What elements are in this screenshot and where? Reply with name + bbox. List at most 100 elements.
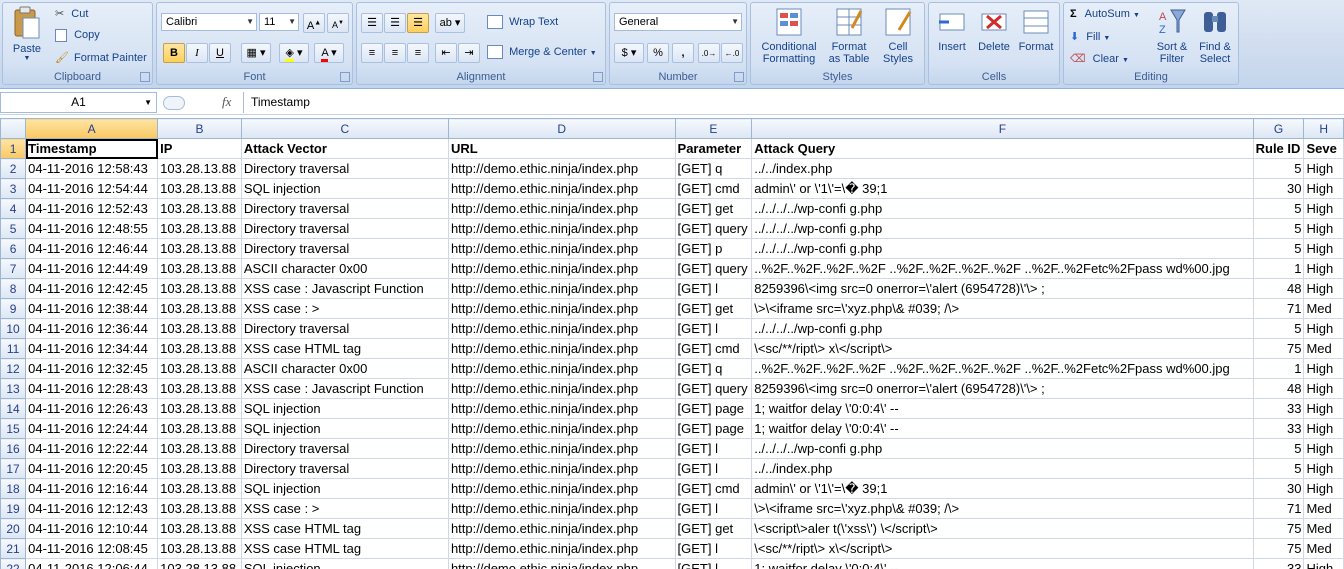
alignment-dialog-launcher-icon[interactable] xyxy=(593,72,603,82)
cell[interactable]: http://demo.ethic.ninja/index.php xyxy=(447,558,676,569)
cell[interactable]: 04-11-2016 12:36:44 xyxy=(25,318,159,339)
cell[interactable]: Directory traversal xyxy=(240,238,449,259)
cell[interactable]: 5 xyxy=(1252,318,1305,339)
autosum-button[interactable]: Σ AutoSum ▼ xyxy=(1070,8,1140,20)
cut-button[interactable]: ✂ Cut xyxy=(55,7,88,20)
cell[interactable]: 71 xyxy=(1252,498,1305,519)
cell[interactable]: Med xyxy=(1303,538,1344,559)
cell[interactable]: 5 xyxy=(1252,158,1305,179)
cell[interactable]: 04-11-2016 12:54:44 xyxy=(25,178,159,199)
cell[interactable]: High xyxy=(1303,478,1344,499)
cell[interactable]: http://demo.ethic.ninja/index.php xyxy=(447,218,676,239)
formula-input[interactable]: Timestamp xyxy=(243,92,1344,113)
cell[interactable]: 103.28.13.88 xyxy=(157,558,242,569)
row-header[interactable]: 3 xyxy=(0,178,27,199)
cell[interactable]: High xyxy=(1303,178,1344,199)
cell[interactable]: High xyxy=(1303,158,1344,179)
cell[interactable]: ..%2F..%2F..%2F..%2F ..%2F..%2F..%2F..%2… xyxy=(751,358,1254,379)
percent-button[interactable]: % xyxy=(647,43,669,63)
cell[interactable]: 103.28.13.88 xyxy=(157,538,242,559)
cell[interactable]: 04-11-2016 12:28:43 xyxy=(25,378,159,399)
currency-button[interactable]: $ ▾ xyxy=(614,43,644,63)
cell[interactable]: [GET] get xyxy=(674,298,753,319)
cell[interactable]: 04-11-2016 12:52:43 xyxy=(25,198,159,219)
cell[interactable]: Directory traversal xyxy=(240,218,449,239)
cell[interactable]: 103.28.13.88 xyxy=(157,378,242,399)
cell[interactable]: 103.28.13.88 xyxy=(157,218,242,239)
cell[interactable]: 1; waitfor delay \'0:0:4\' -- xyxy=(751,398,1254,419)
center-button[interactable]: ≡ xyxy=(384,43,406,63)
row-header[interactable]: 22 xyxy=(0,558,27,569)
cell[interactable]: 103.28.13.88 xyxy=(157,458,242,479)
row-header[interactable]: 12 xyxy=(0,358,27,379)
cell[interactable]: 75 xyxy=(1252,538,1305,559)
row-header[interactable]: 21 xyxy=(0,538,27,559)
cell[interactable]: http://demo.ethic.ninja/index.php xyxy=(447,418,676,439)
cell[interactable]: \>\<iframe src=\'xyz.php\& #039; /\> xyxy=(751,298,1254,319)
sort-filter-button[interactable]: A Z Sort & Filter xyxy=(1152,6,1192,65)
cell[interactable]: Rule ID xyxy=(1252,138,1305,159)
name-box[interactable]: A1 ▼ xyxy=(0,92,157,113)
cell[interactable]: [GET] q xyxy=(674,158,753,179)
cell[interactable]: URL xyxy=(447,138,676,159)
cell[interactable]: Med xyxy=(1303,298,1344,319)
cell[interactable]: http://demo.ethic.ninja/index.php xyxy=(447,538,676,559)
cell[interactable]: http://demo.ethic.ninja/index.php xyxy=(447,478,676,499)
font-color-button[interactable]: A ▾ xyxy=(314,43,344,63)
cell[interactable]: [GET] get xyxy=(674,518,753,539)
cell[interactable]: 5 xyxy=(1252,218,1305,239)
cell[interactable]: http://demo.ethic.ninja/index.php xyxy=(447,318,676,339)
decrease-indent-button[interactable]: ⇤ xyxy=(435,43,457,63)
cell[interactable]: 103.28.13.88 xyxy=(157,358,242,379)
cell[interactable]: 04-11-2016 12:32:45 xyxy=(25,358,159,379)
cell[interactable]: 33 xyxy=(1252,398,1305,419)
cell[interactable]: High xyxy=(1303,458,1344,479)
insert-function-icon[interactable]: fx xyxy=(222,94,231,110)
cell[interactable]: [GET] query xyxy=(674,258,753,279)
cell[interactable]: SQL injection xyxy=(240,418,449,439)
cell[interactable]: [GET] l xyxy=(674,558,753,569)
select-all-corner[interactable] xyxy=(0,118,27,139)
row-header[interactable]: 14 xyxy=(0,398,27,419)
format-button[interactable]: Format xyxy=(1016,6,1056,53)
cell[interactable]: SQL injection xyxy=(240,478,449,499)
column-header[interactable]: C xyxy=(240,118,449,139)
cell[interactable]: 04-11-2016 12:10:44 xyxy=(25,518,159,539)
merge-center-button[interactable]: Merge & Center ▼ xyxy=(487,45,597,59)
cell[interactable]: 30 xyxy=(1252,178,1305,199)
cell[interactable]: 04-11-2016 12:44:49 xyxy=(25,258,159,279)
row-header[interactable]: 9 xyxy=(0,298,27,319)
cell[interactable]: 04-11-2016 12:08:45 xyxy=(25,538,159,559)
cell[interactable]: 103.28.13.88 xyxy=(157,318,242,339)
italic-button[interactable]: I xyxy=(186,43,208,63)
cell[interactable]: \<sc/**/ript\> x\</script\> xyxy=(751,338,1254,359)
cell[interactable]: admin\' or \'1\'=\� 39;1 xyxy=(751,478,1254,499)
cell[interactable]: ../../index.php xyxy=(751,158,1254,179)
format-as-table-button[interactable]: Format as Table xyxy=(824,6,874,65)
fill-button[interactable]: ⬇ Fill ▼ xyxy=(1070,30,1110,43)
cell[interactable]: Directory traversal xyxy=(240,198,449,219)
column-header[interactable]: B xyxy=(157,118,242,139)
row-header[interactable]: 10 xyxy=(0,318,27,339)
cell[interactable]: 48 xyxy=(1252,278,1305,299)
cell[interactable]: 04-11-2016 12:34:44 xyxy=(25,338,159,359)
cell[interactable]: ../../../../wp-confi g.php xyxy=(751,438,1254,459)
cell[interactable]: http://demo.ethic.ninja/index.php xyxy=(447,258,676,279)
cell[interactable]: SQL injection xyxy=(240,178,449,199)
cell[interactable]: \>\<iframe src=\'xyz.php\& #039; /\> xyxy=(751,498,1254,519)
row-header[interactable]: 17 xyxy=(0,458,27,479)
fill-color-button[interactable]: ◈ ▾ xyxy=(279,43,309,63)
cell[interactable]: ../../../../wp-confi g.php xyxy=(751,238,1254,259)
cell[interactable]: High xyxy=(1303,278,1344,299)
cell[interactable]: 103.28.13.88 xyxy=(157,398,242,419)
cell[interactable]: ..%2F..%2F..%2F..%2F ..%2F..%2F..%2F..%2… xyxy=(751,258,1254,279)
cell[interactable]: XSS case : Javascript Function xyxy=(240,378,449,399)
row-header[interactable]: 19 xyxy=(0,498,27,519)
cell[interactable]: XSS case HTML tag xyxy=(240,538,449,559)
paste-button[interactable]: Paste ▼ xyxy=(7,6,47,62)
column-header[interactable]: F xyxy=(751,118,1254,139)
cell[interactable]: 04-11-2016 12:26:43 xyxy=(25,398,159,419)
cell[interactable]: High xyxy=(1303,198,1344,219)
cell[interactable]: 5 xyxy=(1252,458,1305,479)
cell[interactable]: http://demo.ethic.ninja/index.php xyxy=(447,498,676,519)
